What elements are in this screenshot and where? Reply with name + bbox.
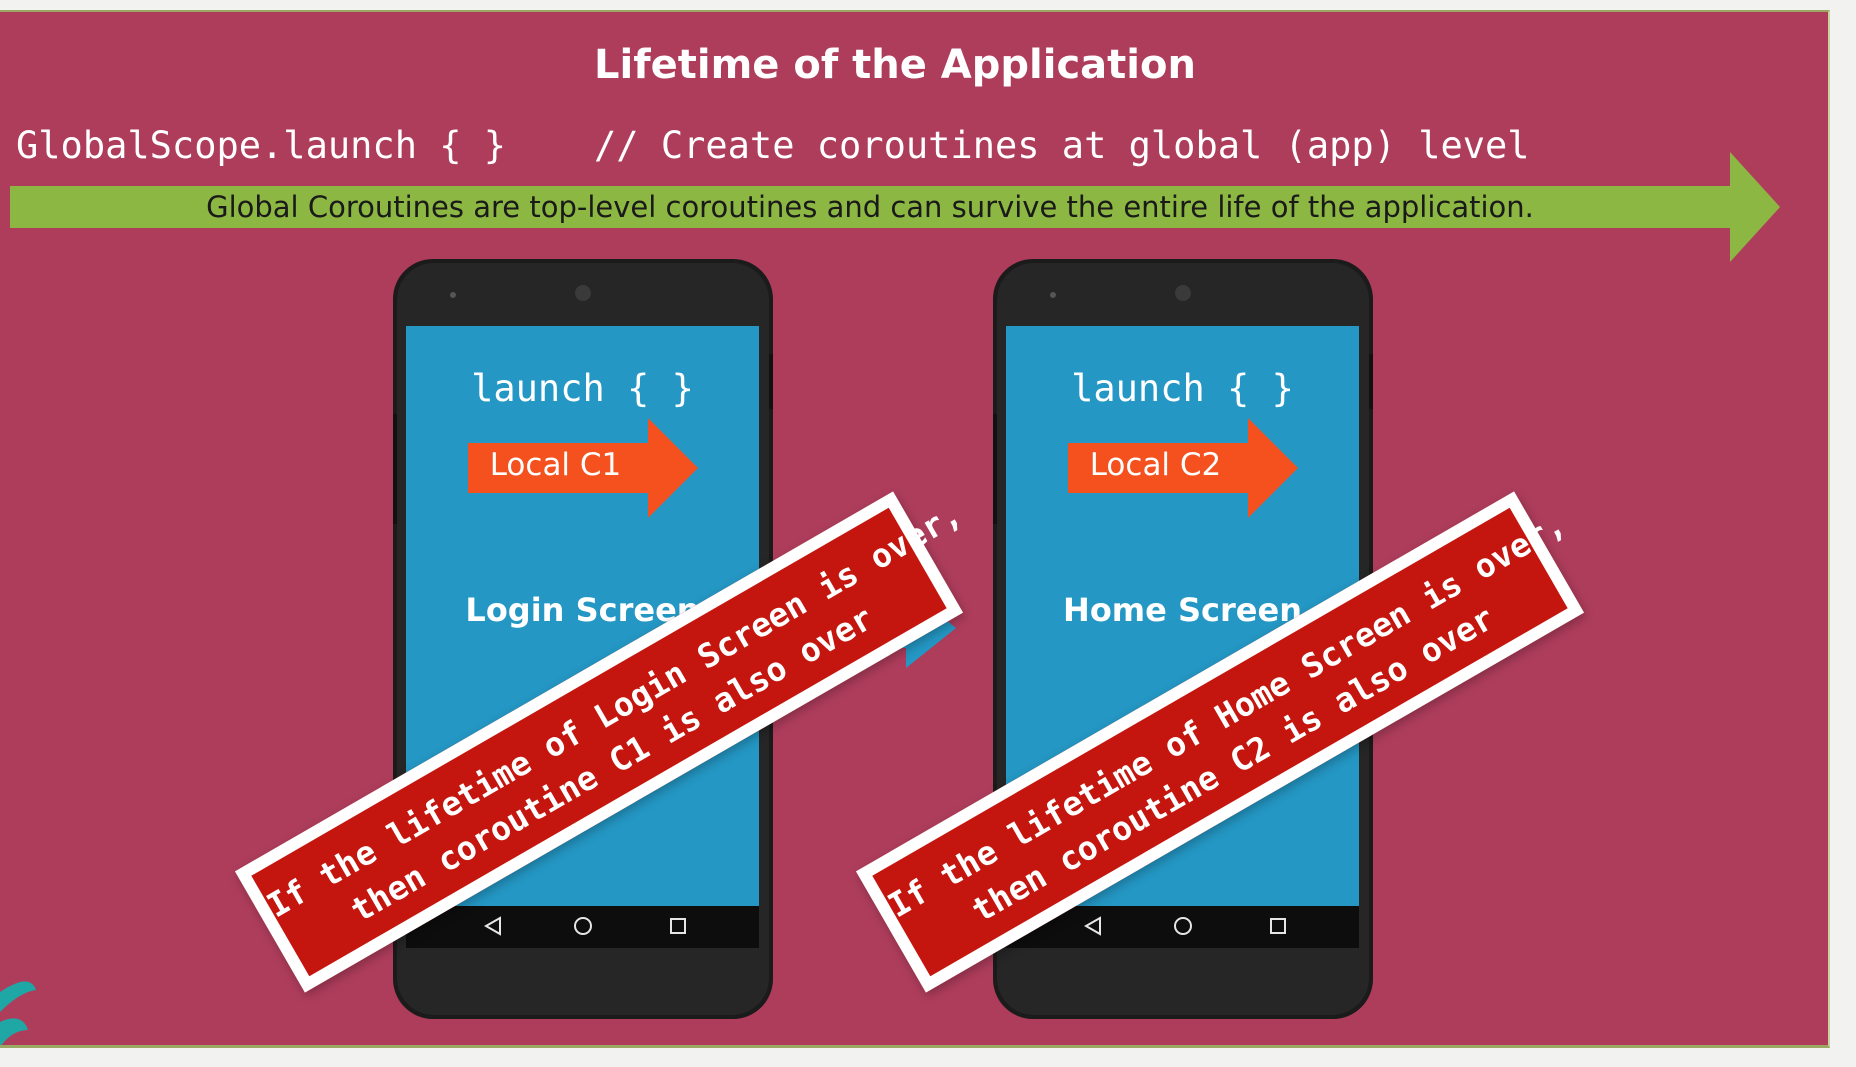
home-icon[interactable]	[1171, 914, 1195, 938]
slide: Lifetime of the Application GlobalScope.…	[0, 10, 1830, 1048]
back-icon[interactable]	[481, 914, 505, 938]
back-icon[interactable]	[1081, 914, 1105, 938]
local-coroutine-label: Local C1	[489, 447, 622, 483]
global-arrow-text: Global Coroutines are top-level coroutin…	[206, 190, 1534, 224]
nav-bar	[406, 906, 759, 948]
launch-code: launch { }	[471, 367, 694, 410]
corner-leaf-icon	[0, 981, 36, 1045]
launch-code: launch { }	[1071, 367, 1294, 410]
home-icon[interactable]	[571, 914, 595, 938]
recents-icon[interactable]	[666, 914, 690, 938]
local-coroutine-label: Local C2	[1089, 447, 1222, 483]
slide-title: Lifetime of the Application	[594, 42, 1196, 88]
recents-icon[interactable]	[1266, 914, 1290, 938]
